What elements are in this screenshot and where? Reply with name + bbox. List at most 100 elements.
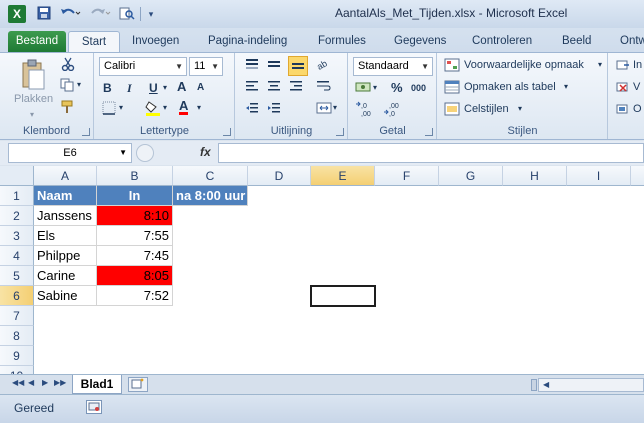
cell-b3[interactable]: 7:55	[97, 226, 173, 246]
decrease-decimal-icon[interactable]: ,00,0	[383, 101, 405, 118]
align-bottom-icon[interactable]	[288, 56, 308, 76]
tab-beeld[interactable]: Beeld	[562, 31, 591, 52]
cell-b4[interactable]: 7:45	[97, 246, 173, 266]
row-header-2[interactable]: 2	[0, 206, 34, 226]
tab-ontwikkelaars[interactable]: Ontw	[620, 31, 644, 52]
fill-color-icon[interactable]	[145, 100, 161, 116]
copy-dropdown-icon[interactable]: ▾	[77, 80, 81, 89]
insert-cells-icon[interactable]	[615, 58, 631, 74]
insert-cells-button[interactable]: In	[633, 59, 642, 71]
copy-icon[interactable]	[60, 78, 76, 94]
font-color-dropdown-icon[interactable]: ▾	[197, 103, 201, 112]
decrease-font-button[interactable]: A	[197, 82, 204, 93]
merge-center-icon[interactable]	[316, 101, 332, 117]
formula-bar-resize-icon[interactable]	[136, 144, 154, 162]
comma-style-button[interactable]: 000	[411, 83, 426, 93]
alignment-launcher-icon[interactable]	[336, 128, 344, 136]
font-size-select[interactable]: 11 ▼	[189, 57, 223, 76]
increase-font-button[interactable]: A	[177, 79, 186, 94]
conditional-dropdown-icon[interactable]: ▾	[598, 60, 602, 69]
cell-b2[interactable]: 8:10	[97, 206, 173, 226]
bold-button[interactable]: B	[103, 81, 112, 95]
format-cells-icon[interactable]	[615, 102, 631, 118]
scroll-split-handle[interactable]	[531, 379, 537, 391]
percent-button[interactable]: %	[391, 80, 403, 95]
borders-icon[interactable]	[101, 101, 117, 117]
cell-b5[interactable]: 8:05	[97, 266, 173, 286]
cell-a4[interactable]: Philppe	[34, 246, 97, 266]
cell-a6[interactable]: Sabine	[34, 286, 97, 306]
italic-button[interactable]: I	[127, 81, 132, 96]
align-top-icon[interactable]	[244, 57, 260, 73]
format-painter-icon[interactable]	[60, 99, 76, 115]
align-right-icon[interactable]	[288, 79, 304, 95]
tab-gegevens[interactable]: Gegevens	[394, 31, 446, 52]
underline-button[interactable]: U	[149, 81, 158, 95]
font-family-select[interactable]: Calibri ▼	[99, 57, 187, 76]
cell-styles-button[interactable]: Celstijlen	[464, 103, 509, 115]
cell-b1[interactable]: In	[97, 186, 173, 206]
text-orientation-icon[interactable]: ab	[315, 57, 332, 73]
column-header-i[interactable]: I	[567, 166, 631, 186]
undo-icon[interactable]	[58, 6, 82, 22]
insert-function-button[interactable]: fx	[200, 145, 211, 159]
macro-record-icon[interactable]	[86, 400, 102, 414]
column-header-g[interactable]: G	[439, 166, 503, 186]
currency-dropdown-icon[interactable]: ▾	[373, 83, 377, 92]
cell-a3[interactable]: Els	[34, 226, 97, 246]
decrease-indent-icon[interactable]	[244, 101, 260, 117]
number-launcher-icon[interactable]	[425, 128, 433, 136]
cell-a1[interactable]: Naam	[34, 186, 97, 206]
row-header-9[interactable]: 9	[0, 346, 34, 366]
cut-icon[interactable]	[60, 57, 76, 73]
excel-app-icon[interactable]: X	[8, 5, 26, 23]
clipboard-launcher-icon[interactable]	[82, 128, 90, 136]
format-cells-button[interactable]: O	[633, 103, 642, 115]
formula-input[interactable]	[218, 143, 644, 163]
row-header-8[interactable]: 8	[0, 326, 34, 346]
redo-icon[interactable]	[88, 6, 112, 22]
scroll-left-icon[interactable]: ◀	[543, 380, 549, 389]
tab-formules[interactable]: Formules	[318, 31, 366, 52]
format-as-table-dropdown-icon[interactable]: ▾	[564, 82, 568, 91]
cell-a2[interactable]: Janssens	[34, 206, 97, 226]
align-middle-icon[interactable]	[266, 57, 282, 73]
paste-dropdown-icon[interactable]: ▾	[30, 110, 34, 119]
column-header-b[interactable]: B	[97, 166, 173, 186]
tab-bestand[interactable]: Bestand	[8, 31, 66, 52]
print-preview-icon[interactable]	[118, 6, 138, 22]
merge-dropdown-icon[interactable]: ▾	[333, 103, 337, 112]
paste-icon[interactable]	[18, 59, 48, 91]
row-header-7[interactable]: 7	[0, 306, 34, 326]
number-format-select[interactable]: Standaard ▼	[353, 57, 433, 76]
cell-b6[interactable]: 7:52	[97, 286, 173, 306]
wrap-text-icon[interactable]	[316, 79, 332, 95]
horizontal-scrollbar[interactable]: ◀	[531, 378, 644, 392]
tab-pagina-indeling[interactable]: Pagina-indeling	[208, 31, 287, 52]
cell-styles-icon[interactable]	[444, 102, 460, 118]
select-all-corner[interactable]	[0, 166, 34, 186]
row-header-1[interactable]: 1	[0, 186, 34, 206]
delete-cells-icon[interactable]	[615, 80, 631, 96]
first-sheet-icon[interactable]: ◀◀	[12, 378, 24, 387]
row-header-6[interactable]: 6	[0, 286, 34, 306]
increase-indent-icon[interactable]	[266, 101, 282, 117]
cell-styles-dropdown-icon[interactable]: ▾	[518, 104, 522, 113]
row-header-3[interactable]: 3	[0, 226, 34, 246]
column-header-f[interactable]: F	[375, 166, 439, 186]
paste-button[interactable]: Plakken	[14, 93, 53, 105]
row-header-5[interactable]: 5	[0, 266, 34, 286]
column-header-h[interactable]: H	[503, 166, 567, 186]
format-as-table-icon[interactable]	[444, 80, 460, 96]
delete-cells-button[interactable]: V	[633, 81, 640, 93]
cell-a5[interactable]: Carine	[34, 266, 97, 286]
increase-decimal-icon[interactable]: ,0,00	[355, 101, 377, 118]
fill-color-dropdown-icon[interactable]: ▾	[163, 103, 167, 112]
currency-icon[interactable]	[355, 80, 371, 96]
customize-qat-icon[interactable]: ▾	[146, 6, 156, 22]
name-box[interactable]: E6 ▼	[8, 143, 132, 163]
row-header-4[interactable]: 4	[0, 246, 34, 266]
save-icon[interactable]	[36, 6, 52, 22]
column-header-c[interactable]: C	[173, 166, 248, 186]
align-left-icon[interactable]	[244, 79, 260, 95]
